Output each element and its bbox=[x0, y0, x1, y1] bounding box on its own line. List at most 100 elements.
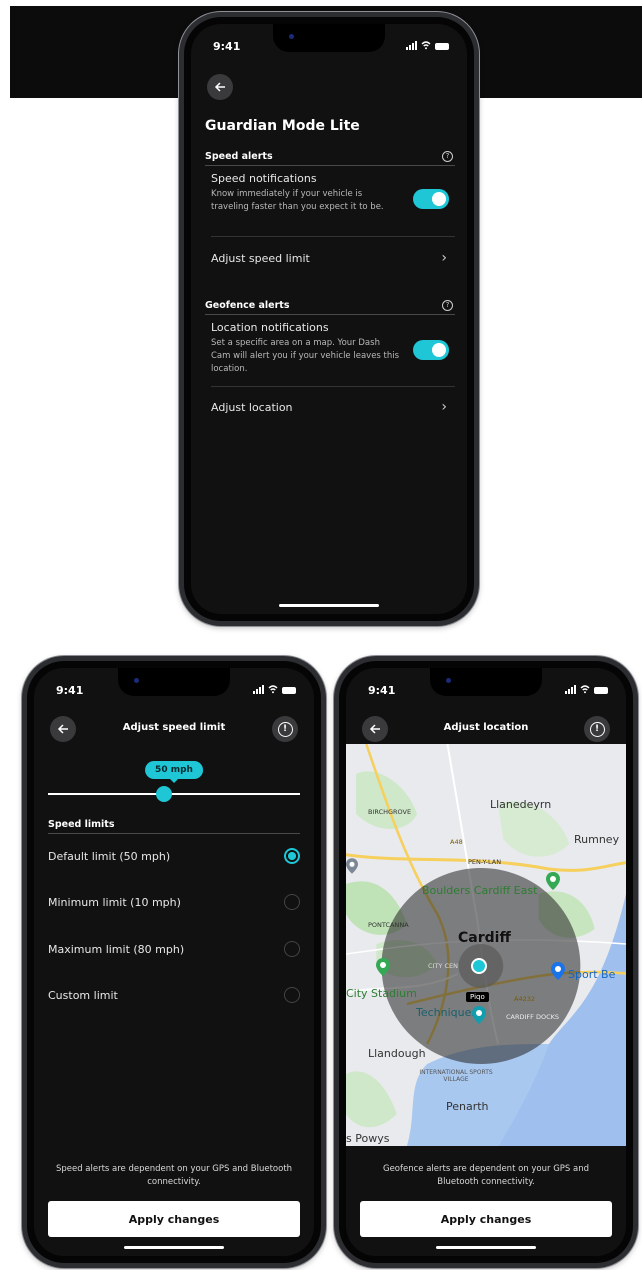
radio-unselected[interactable] bbox=[284, 894, 300, 910]
gps-note: Geofence alerts are dependent on your GP… bbox=[382, 1164, 590, 1187]
battery-icon bbox=[435, 43, 449, 50]
map-poi-label: City Stadium bbox=[346, 987, 417, 1000]
map-label: CARDIFF DOCKS bbox=[506, 1013, 560, 1021]
phone-screen: 9:41 Adjust speed limit ! 50 mph Speed l… bbox=[34, 668, 314, 1256]
row-divider bbox=[211, 386, 455, 387]
back-button[interactable] bbox=[207, 74, 233, 100]
wifi-icon bbox=[421, 41, 431, 50]
geofence-center-handle[interactable] bbox=[471, 958, 487, 974]
status-icons bbox=[406, 39, 449, 50]
page: 9:41 Guardian Mode Lite Speed alerts ? S… bbox=[0, 0, 642, 1270]
status-icons bbox=[565, 683, 608, 694]
phone-adjust-location: 9:41 Adjust location ! Llanedeyrn BIRCHG… bbox=[334, 656, 638, 1268]
speed-notifications-desc: Know immediately if your vehicle is trav… bbox=[211, 189, 384, 212]
map-label: s Powys bbox=[346, 1132, 390, 1145]
status-time: 9:41 bbox=[213, 40, 241, 53]
geofence-alerts-heading: Geofence alerts bbox=[205, 300, 290, 311]
speed-notifications-title: Speed notifications bbox=[211, 172, 317, 185]
phone-bezel: 9:41 Adjust location ! Llanedeyrn BIRCHG… bbox=[339, 661, 633, 1263]
help-icon[interactable]: ? bbox=[442, 151, 453, 162]
info-icon: ! bbox=[277, 721, 293, 737]
vehicle-tag: Piqo bbox=[466, 992, 489, 1002]
map-label: INTERNATIONAL SPORTS VILLAGE bbox=[419, 1069, 493, 1083]
map-pin-icon bbox=[546, 872, 560, 890]
status-time: 9:41 bbox=[368, 684, 396, 697]
apply-changes-button[interactable]: Apply changes bbox=[48, 1201, 300, 1237]
info-icon: ! bbox=[589, 721, 605, 737]
phone-bezel: 9:41 Adjust speed limit ! 50 mph Speed l… bbox=[27, 661, 321, 1263]
radio-selected[interactable] bbox=[284, 848, 300, 864]
option-label: Maximum limit (80 mph) bbox=[48, 942, 185, 956]
option-label: Custom limit bbox=[48, 988, 118, 1002]
map-poi-label: Boulders Cardiff East bbox=[422, 884, 538, 897]
wifi-icon bbox=[580, 685, 590, 694]
map-pin-icon bbox=[376, 958, 390, 976]
map-view[interactable]: Llanedeyrn BIRCHGROVE Rumney PEN-Y-LAN A… bbox=[346, 744, 626, 1146]
phone-bezel: 9:41 Guardian Mode Lite Speed alerts ? S… bbox=[184, 17, 474, 621]
phone-screen: 9:41 Adjust location ! Llanedeyrn BIRCHG… bbox=[346, 668, 626, 1256]
location-notifications-title: Location notifications bbox=[211, 321, 329, 334]
info-button[interactable]: ! bbox=[584, 716, 610, 742]
map-label: Llanedeyrn bbox=[490, 798, 552, 811]
section-divider bbox=[205, 165, 455, 166]
wifi-icon bbox=[268, 685, 278, 694]
battery-icon bbox=[594, 687, 608, 694]
toggle-knob bbox=[432, 343, 446, 357]
map-label: PONTCANNA bbox=[368, 921, 409, 929]
phone-screen: 9:41 Guardian Mode Lite Speed alerts ? S… bbox=[191, 24, 467, 614]
adjust-location-row[interactable]: Adjust location › bbox=[211, 399, 447, 415]
option-label: Default limit (50 mph) bbox=[48, 849, 171, 863]
signal-icon bbox=[253, 685, 264, 694]
map-label: CITY CEN bbox=[428, 962, 458, 970]
road-label: A48 bbox=[450, 838, 463, 846]
map-pin-icon bbox=[472, 1006, 486, 1024]
speed-alerts-heading: Speed alerts bbox=[205, 151, 273, 162]
location-notifications-toggle[interactable] bbox=[413, 340, 449, 360]
map-poi-label: Sport Be bbox=[568, 968, 616, 981]
page-title: Guardian Mode Lite bbox=[205, 118, 360, 134]
status-icons bbox=[253, 683, 296, 694]
chevron-right-icon: › bbox=[441, 399, 447, 415]
signal-icon bbox=[406, 41, 417, 50]
info-button[interactable]: ! bbox=[272, 716, 298, 742]
speed-option-minimum[interactable]: Minimum limit (10 mph) bbox=[48, 894, 300, 910]
camera-dot bbox=[134, 678, 139, 683]
map-city-label: Cardiff bbox=[458, 930, 511, 946]
map-label: Penarth bbox=[446, 1100, 489, 1113]
phone-guardian-mode: 9:41 Guardian Mode Lite Speed alerts ? S… bbox=[179, 12, 479, 626]
apply-changes-button[interactable]: Apply changes bbox=[360, 1201, 612, 1237]
toggle-knob bbox=[432, 192, 446, 206]
dynamic-island bbox=[273, 24, 385, 52]
radio-unselected[interactable] bbox=[284, 941, 300, 957]
map-pin-icon bbox=[551, 962, 565, 980]
gps-note: Speed alerts are dependent on your GPS a… bbox=[55, 1164, 293, 1187]
dynamic-island bbox=[118, 668, 230, 696]
map-label: BIRCHGROVE bbox=[368, 808, 412, 816]
speed-notifications-toggle[interactable] bbox=[413, 189, 449, 209]
location-notifications-desc: Set a specific area on a map. Your Dash … bbox=[211, 338, 400, 374]
map-pin-icon bbox=[346, 858, 358, 874]
speed-slider-track[interactable] bbox=[48, 793, 300, 795]
home-indicator bbox=[124, 1246, 224, 1249]
home-indicator bbox=[436, 1246, 536, 1249]
help-icon[interactable]: ? bbox=[442, 300, 453, 311]
speed-value-badge: 50 mph bbox=[145, 761, 203, 779]
radio-unselected[interactable] bbox=[284, 987, 300, 1003]
section-divider bbox=[205, 314, 455, 315]
adjust-speed-limit-label: Adjust speed limit bbox=[211, 251, 310, 265]
signal-icon bbox=[565, 685, 576, 694]
speed-limits-heading: Speed limits bbox=[48, 819, 115, 830]
speed-option-custom[interactable]: Custom limit bbox=[48, 987, 300, 1003]
map-label: PEN-Y-LAN bbox=[468, 858, 502, 866]
section-divider bbox=[48, 833, 300, 834]
adjust-speed-limit-row[interactable]: Adjust speed limit › bbox=[211, 250, 447, 266]
arrow-left-icon bbox=[214, 82, 225, 92]
speed-option-maximum[interactable]: Maximum limit (80 mph) bbox=[48, 941, 300, 957]
phone-adjust-speed-limit: 9:41 Adjust speed limit ! 50 mph Speed l… bbox=[22, 656, 326, 1268]
map-label: Llandough bbox=[368, 1047, 426, 1060]
speed-option-default[interactable]: Default limit (50 mph) bbox=[48, 848, 300, 864]
status-time: 9:41 bbox=[56, 684, 84, 697]
row-divider bbox=[211, 236, 455, 237]
camera-dot bbox=[289, 34, 294, 39]
speed-slider-thumb[interactable] bbox=[155, 786, 172, 802]
